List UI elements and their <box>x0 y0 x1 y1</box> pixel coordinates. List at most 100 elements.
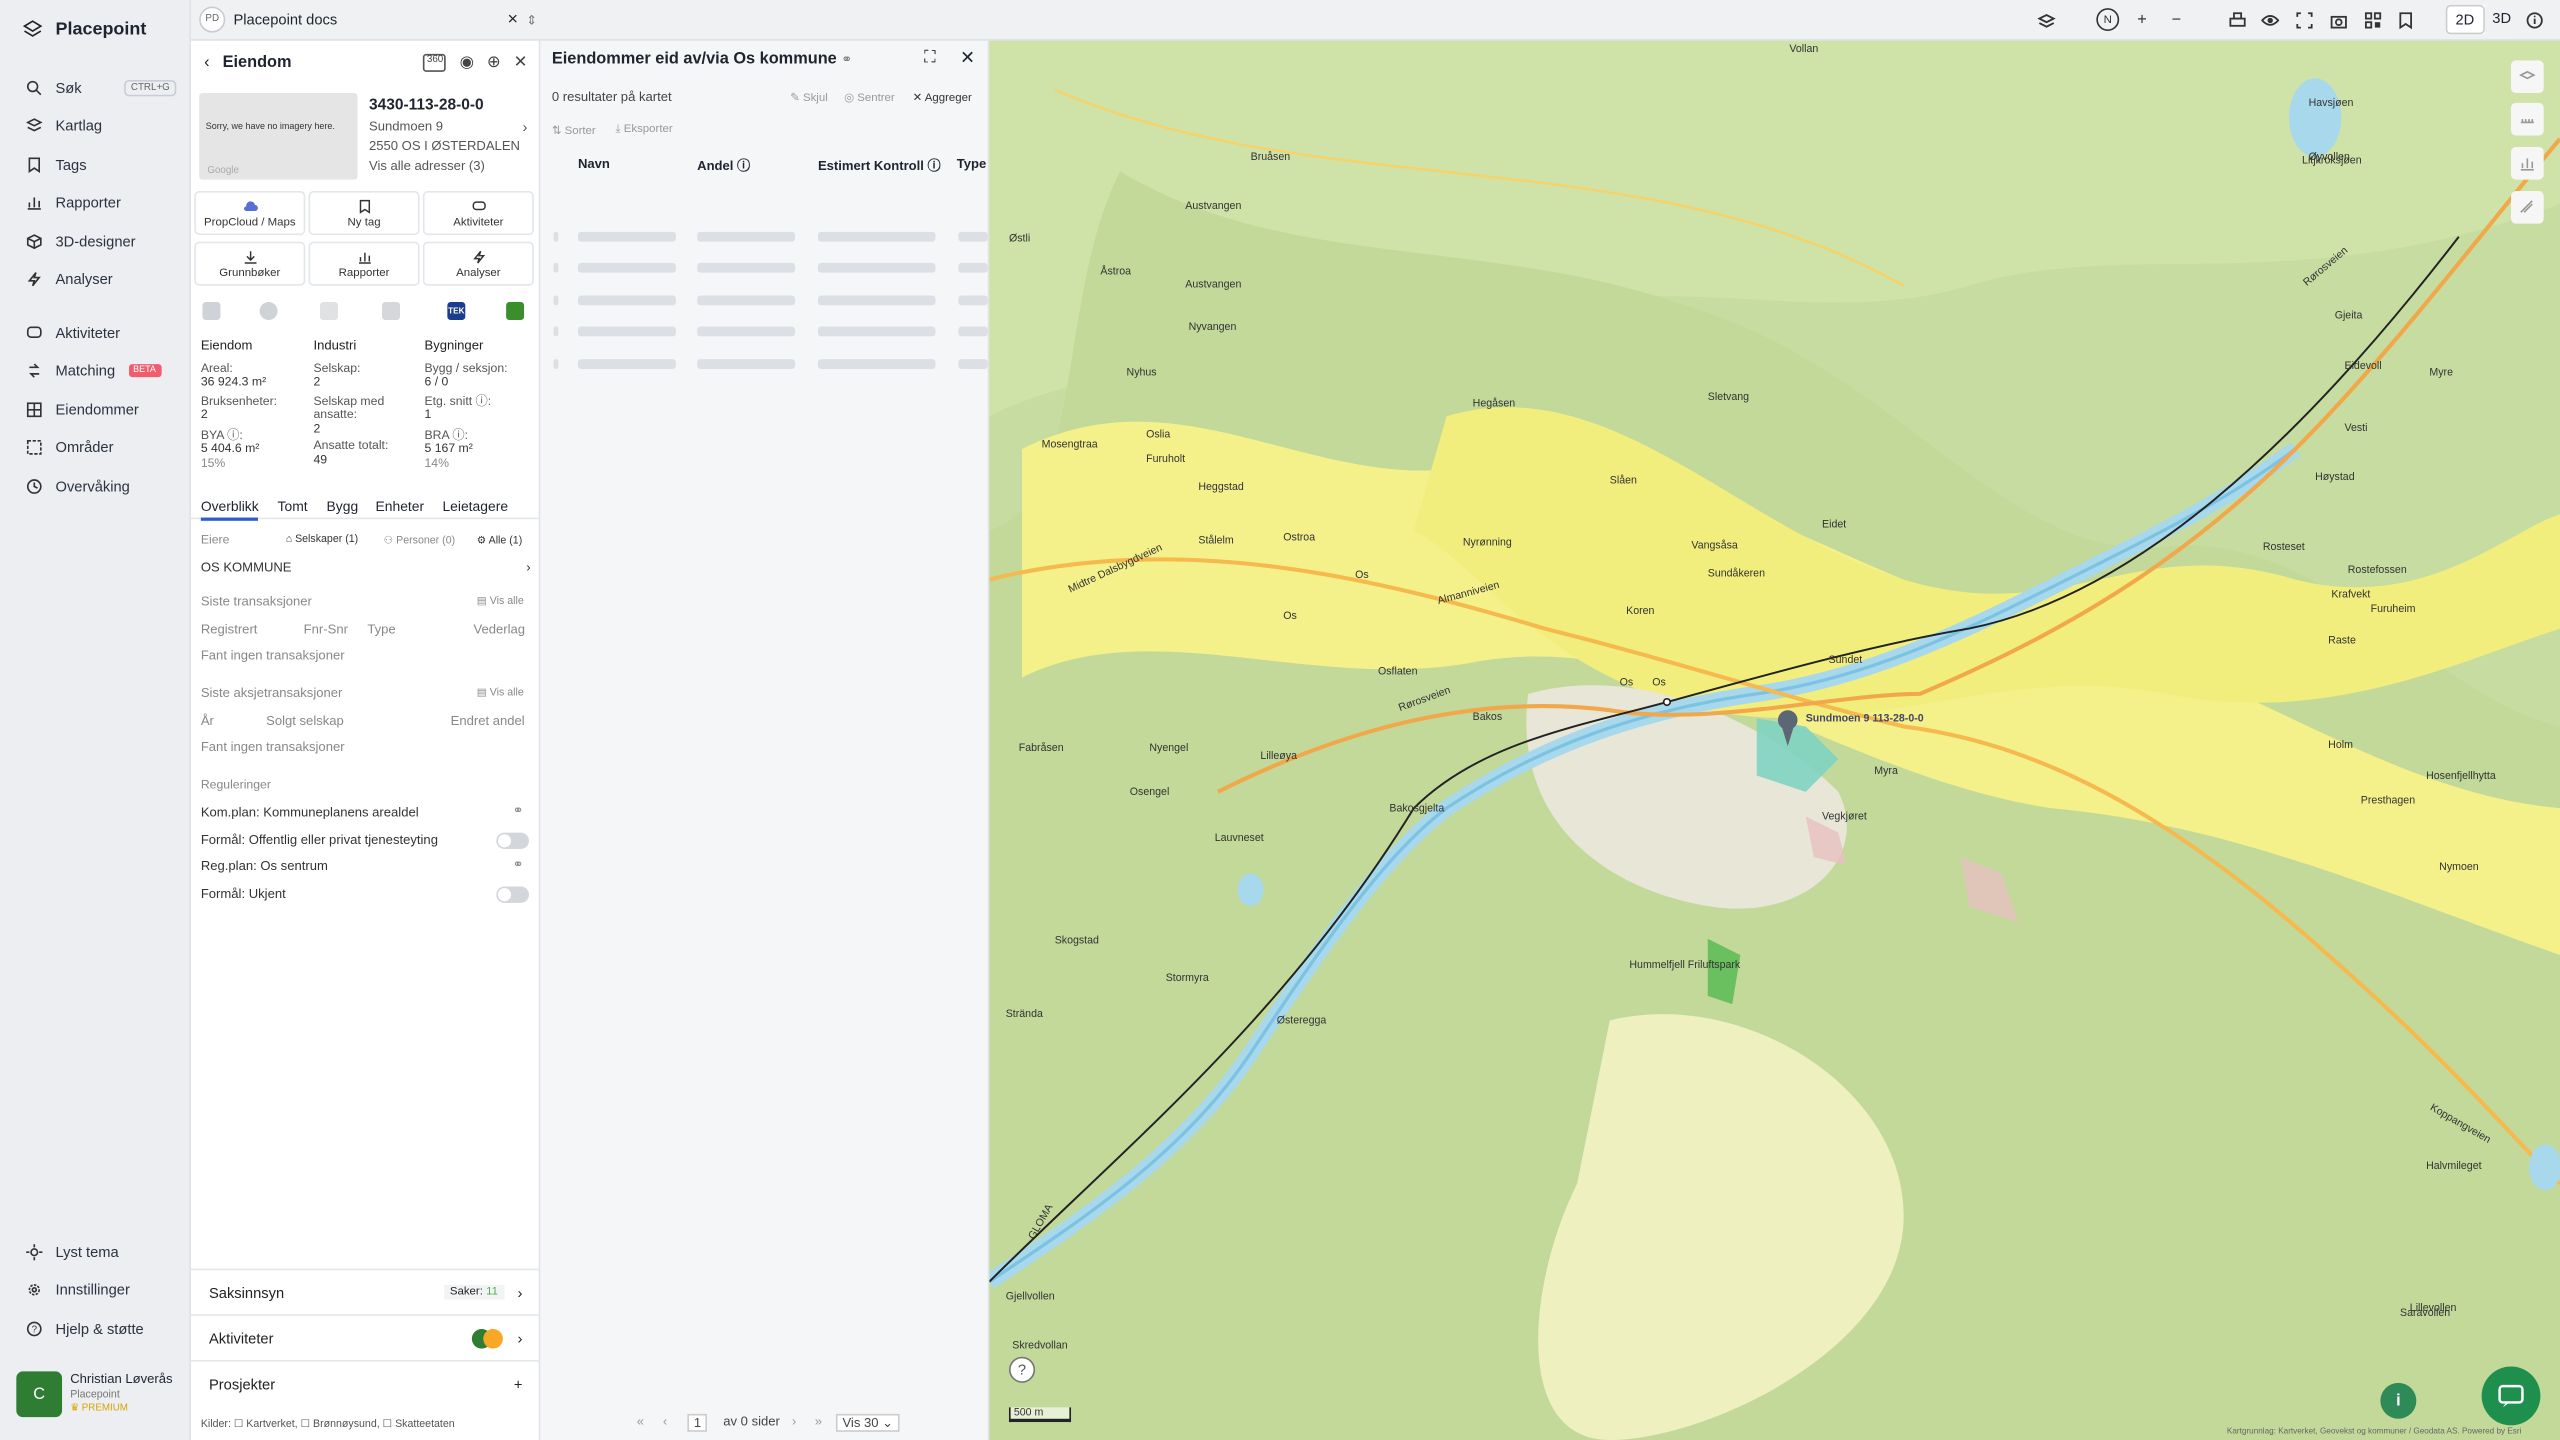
map-measure-icon[interactable] <box>2511 191 2544 224</box>
stx-show-all[interactable]: ▤ Vis alle <box>477 686 524 698</box>
nav-item-light-theme[interactable]: Lyst tema <box>26 1244 176 1261</box>
tab-units[interactable]: Enheter <box>376 498 425 514</box>
zoom-out-icon[interactable]: − <box>2165 8 2188 31</box>
tab-tenants[interactable]: Leietagere <box>442 498 508 514</box>
nav-item-activities[interactable]: Aktiviteter <box>26 325 176 341</box>
expand-icon[interactable]: ⛶ <box>924 49 935 67</box>
first-page-icon[interactable]: « <box>637 1414 644 1429</box>
nav-item-properties[interactable]: Eiendommer <box>26 402 176 418</box>
chevron-right-icon[interactable]: › <box>522 119 527 135</box>
camera-icon[interactable] <box>2327 8 2350 31</box>
close-icon[interactable]: ✕ <box>514 53 528 71</box>
map-help-icon[interactable]: ? <box>1008 1356 1036 1383</box>
info-fab-icon[interactable]: i <box>2380 1382 2417 1419</box>
chat-fab-icon[interactable] <box>2481 1366 2541 1426</box>
street-image[interactable]: Sorry, we have no imagery here. Google <box>199 93 358 180</box>
page-input[interactable]: 1 <box>687 1413 708 1432</box>
source-icon-3[interactable] <box>319 302 338 320</box>
sort-button[interactable]: ⇅ Sorter <box>552 124 596 137</box>
activities-button[interactable]: Aktiviteter <box>422 191 534 236</box>
eye-icon[interactable]: ◉ <box>460 53 474 71</box>
col-share[interactable]: Andel ⓘ <box>697 157 750 175</box>
center-button[interactable]: ◎ Sentrer <box>844 91 895 104</box>
house-icon[interactable] <box>506 302 525 320</box>
filter-persons[interactable]: ⚇ Personer (0) <box>384 534 455 547</box>
tab-buildings[interactable]: Bygg <box>327 498 359 514</box>
show-all-addresses-link[interactable]: Vis alle adresser (3) <box>369 158 485 173</box>
col-name[interactable]: Navn <box>578 157 610 172</box>
chevron-updown-icon[interactable]: ⇕ <box>526 12 537 27</box>
source-icon-4[interactable] <box>382 302 400 320</box>
nav-item-monitoring[interactable]: Overvåking <box>26 478 176 495</box>
workspace-search[interactable]: PD Placepoint docs × ⇕ <box>199 6 537 33</box>
nav-item-layers[interactable]: Kartlag <box>26 118 176 134</box>
land-registry-button[interactable]: Grunnbøker <box>194 241 306 286</box>
activities-section[interactable]: Aktiviteter › <box>191 1314 541 1360</box>
close-icon[interactable]: × <box>508 10 519 30</box>
analyses-button[interactable]: Analyser <box>422 241 534 286</box>
hide-button[interactable]: ✎ Skjul <box>790 91 828 104</box>
link-icon[interactable]: ⚭ <box>841 52 852 67</box>
nav-item-analyses[interactable]: Analyser <box>26 271 176 287</box>
user-menu[interactable]: C Christian Løverås Placepoint ♛ PREMIUM <box>16 1371 179 1423</box>
tek-icon[interactable]: TEK <box>447 302 466 320</box>
tab-overview[interactable]: Overblikk <box>200 498 259 521</box>
nav-item-help[interactable]: ? Hjelp & støtte <box>26 1321 176 1337</box>
regulation-item: Kom.plan: Kommuneplanens arealdel <box>200 804 419 820</box>
nav-item-3d-designer[interactable]: 3D-designer <box>26 233 176 250</box>
info-icon[interactable] <box>2522 8 2545 31</box>
last-page-icon[interactable]: » <box>815 1414 822 1429</box>
prev-page-icon[interactable]: ‹ <box>663 1414 667 1429</box>
propcloud-button[interactable]: PropCloud / Maps <box>194 191 306 236</box>
skeleton-cell <box>553 359 559 369</box>
close-icon[interactable]: ✕ <box>960 47 975 69</box>
brand[interactable]: Placepoint <box>22 20 146 39</box>
bookmark-icon[interactable] <box>2393 8 2416 31</box>
col-control[interactable]: Estimert Kontroll ⓘ <box>818 157 941 175</box>
filter-companies[interactable]: ⌂ Selskaper (1) <box>286 534 358 545</box>
eye-icon[interactable] <box>2258 8 2281 31</box>
map-layers-icon[interactable] <box>2511 60 2544 94</box>
filter-all[interactable]: ⚙ Alle (1) <box>477 534 523 547</box>
plus-icon[interactable]: + <box>514 1376 523 1392</box>
col-type[interactable]: Type <box>957 157 987 172</box>
zoom-in-icon[interactable]: + <box>2131 8 2154 31</box>
compass-icon[interactable]: N <box>2096 8 2120 32</box>
regulation-toggle[interactable] <box>496 832 529 849</box>
map-chart-icon[interactable] <box>2511 146 2544 180</box>
stx-empty: Fant ingen transaksjoner <box>200 739 345 755</box>
map-view[interactable]: Vollan Havsjøen Litjkroksjøen Bruåsen Øyvoll… <box>989 40 2560 1440</box>
nav-item-tags[interactable]: Tags <box>26 157 176 173</box>
nav-item-settings[interactable]: Innstillinger <box>26 1282 176 1298</box>
tx-show-all[interactable]: ▤ Vis alle <box>477 594 524 607</box>
tab-plot[interactable]: Tomt <box>278 498 308 514</box>
nav-item-reports[interactable]: Rapporter <box>26 194 176 211</box>
target-icon[interactable]: ⊕ <box>487 53 501 71</box>
map-ruler-icon[interactable] <box>2511 102 2544 136</box>
link-icon[interactable]: ⚭ <box>513 857 524 872</box>
back-icon[interactable]: ‹ <box>204 53 209 71</box>
aggregate-button[interactable]: ✕ Aggreger <box>913 91 972 104</box>
icon-360[interactable]: 360 <box>423 53 447 72</box>
fullscreen-icon[interactable] <box>2292 8 2315 31</box>
layers-stack-icon[interactable] <box>2034 8 2057 31</box>
export-button[interactable]: ⤓ Eksporter <box>616 124 673 137</box>
owner-row[interactable]: OS KOMMUNE › <box>201 560 531 575</box>
new-tag-button[interactable]: Ny tag <box>308 191 420 236</box>
nav-item-search[interactable]: Søk CTRL+G <box>26 79 177 97</box>
projects-section[interactable]: Prosjekter + <box>191 1359 541 1406</box>
source-icon-1[interactable] <box>202 302 221 320</box>
nav-item-matching[interactable]: Matching BETA <box>26 362 176 379</box>
per-page-select[interactable]: Vis 30 ⌄ <box>835 1413 900 1432</box>
next-page-icon[interactable]: › <box>792 1414 796 1429</box>
reports-button[interactable]: Rapporter <box>308 241 420 286</box>
nav-item-areas[interactable]: Områder <box>26 439 176 456</box>
print-icon[interactable] <box>2225 8 2248 31</box>
toggle-2d[interactable]: 2D <box>2445 4 2485 35</box>
link-icon[interactable]: ⚭ <box>513 803 524 818</box>
case-access-section[interactable]: Saksinnsyn Saker: 11 › <box>191 1268 541 1315</box>
toggle-3d[interactable]: 3D <box>2484 4 2520 35</box>
qr-icon[interactable] <box>2361 8 2384 31</box>
source-icon-2[interactable] <box>259 302 278 320</box>
regulation-toggle[interactable] <box>496 886 529 903</box>
